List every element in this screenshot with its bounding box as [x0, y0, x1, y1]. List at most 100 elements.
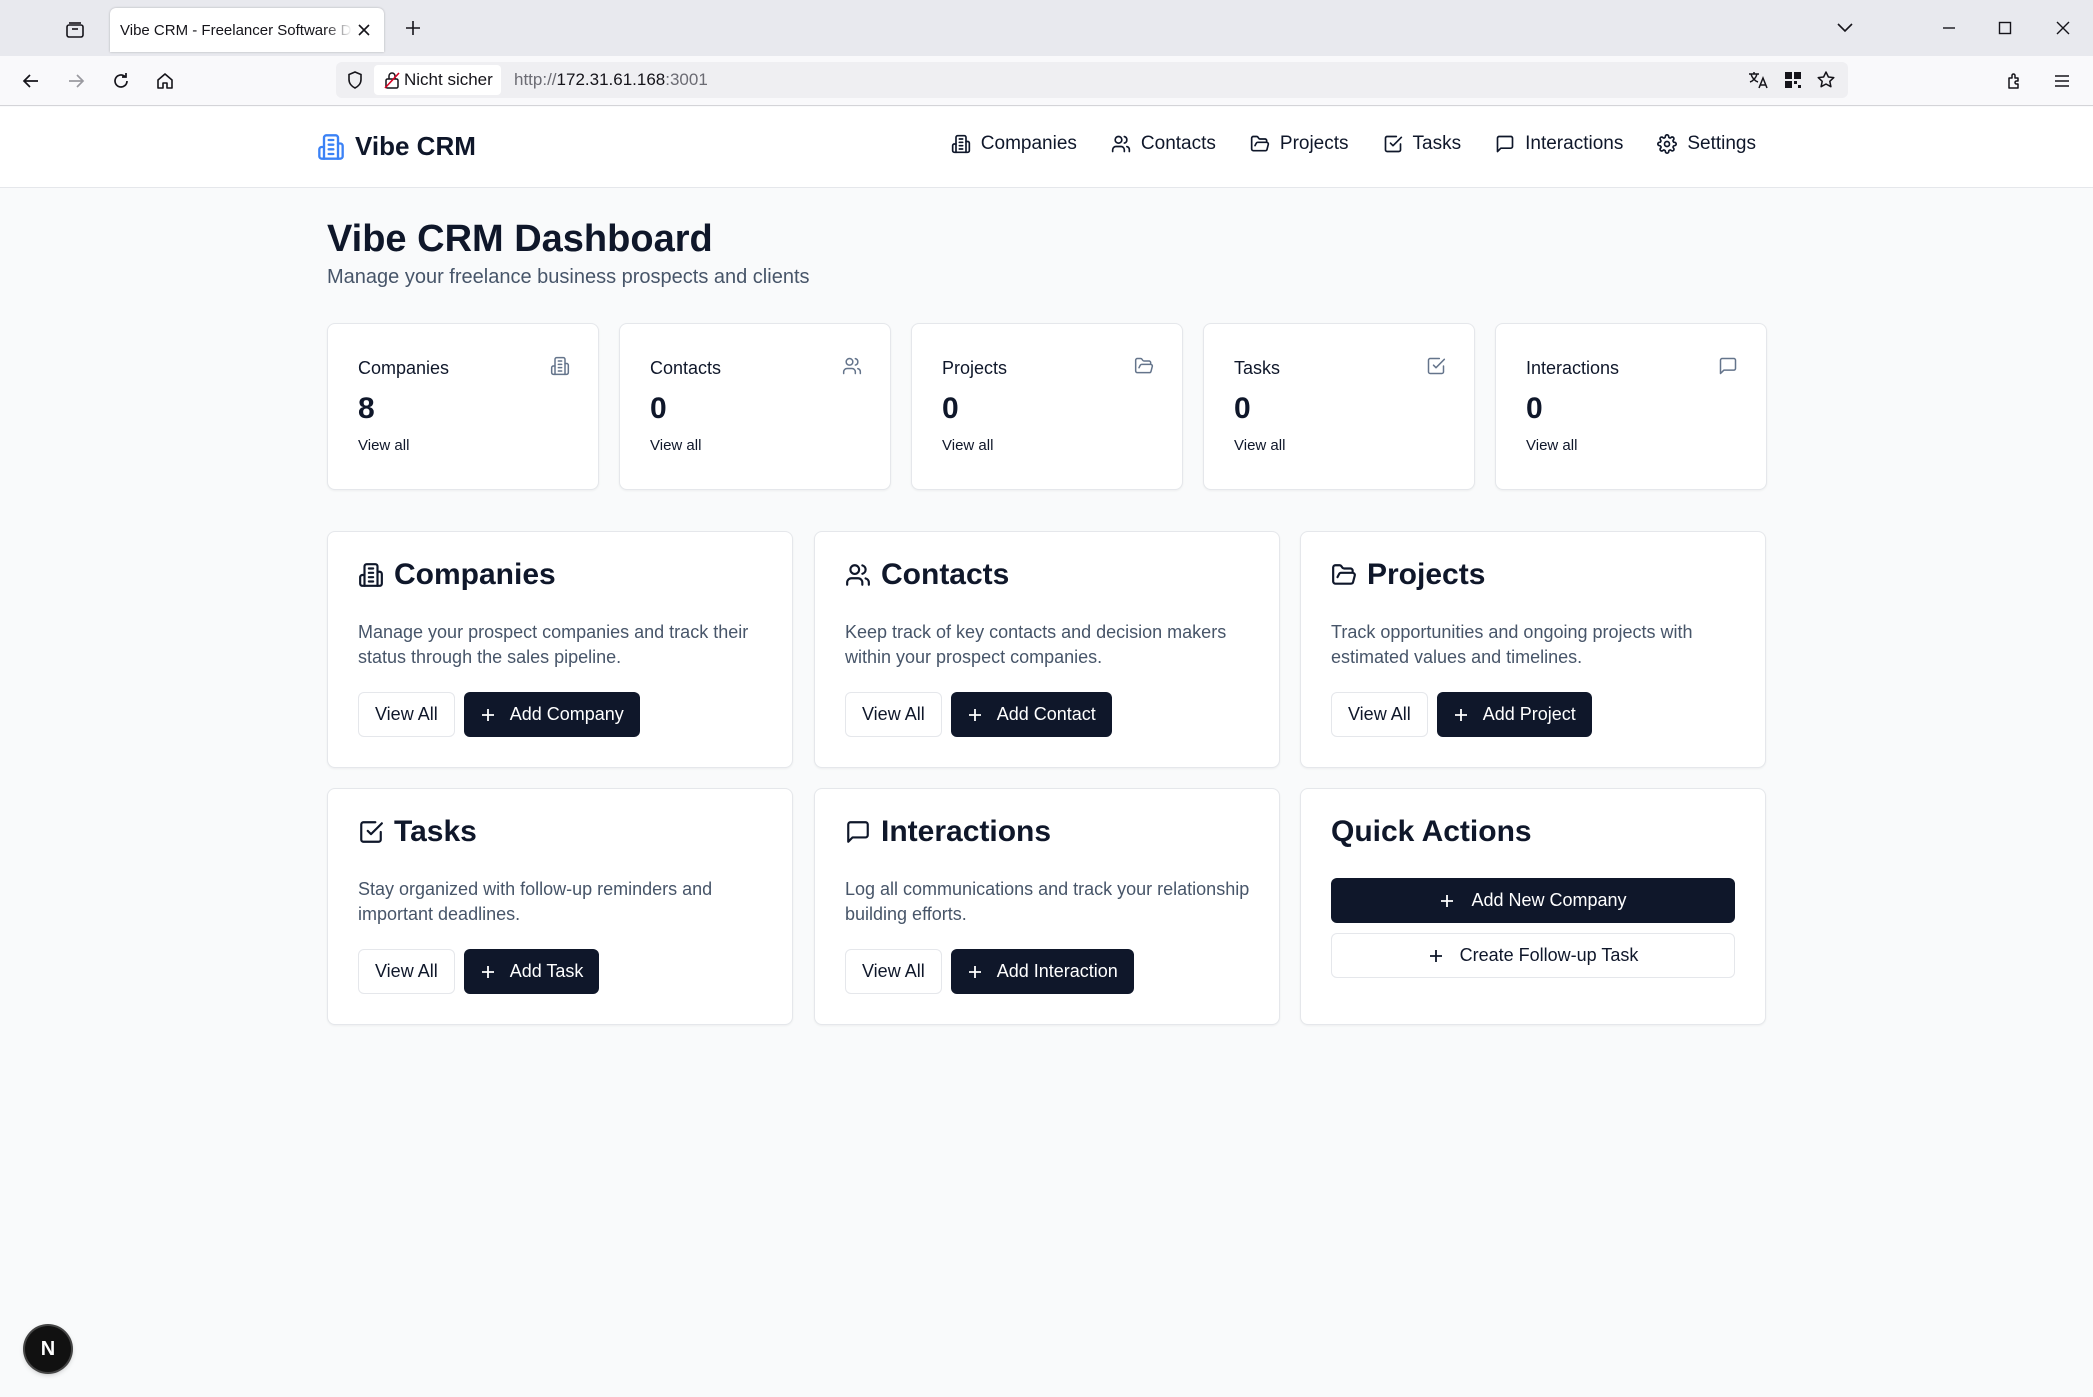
section-card-tasks: Tasks Stay organized with follow-up remi… [327, 788, 793, 1025]
app-menu-button[interactable] [2046, 65, 2078, 97]
button-label: Add Company [509, 704, 624, 724]
url-text[interactable]: http://172.31.61.168:3001 [514, 70, 708, 90]
extensions-button[interactable] [1999, 65, 2031, 97]
section-card-projects: Projects Track opportunities and ongoing… [1300, 531, 1766, 768]
stat-value: 0 [1526, 392, 1543, 425]
arrow-left-icon [22, 74, 38, 88]
tracking-protection-button[interactable] [344, 69, 366, 91]
message-square-icon [1496, 135, 1514, 153]
stat-value: 8 [358, 392, 375, 425]
section-card-interactions: Interactions Log all communications and … [814, 788, 1280, 1025]
button-label: Add Project [1482, 704, 1576, 724]
add-new-company-button[interactable]: Add New Company [1331, 878, 1735, 923]
stat-card-companies: Companies 8 View all [327, 323, 599, 490]
building-icon [951, 134, 970, 154]
stat-label: Companies [358, 358, 450, 378]
translate-button[interactable] [1746, 68, 1770, 92]
window-maximize-button[interactable] [1990, 13, 2020, 43]
stat-label: Interactions [1526, 358, 1620, 378]
stat-view-all-link[interactable]: View all [358, 437, 409, 454]
home-button[interactable] [149, 65, 181, 97]
stat-label: Contacts [650, 358, 722, 378]
nav-label: Settings [1687, 133, 1756, 154]
extension-button[interactable] [1781, 68, 1805, 92]
nav-item-settings[interactable]: Settings [1657, 133, 1756, 155]
add-contact-button[interactable]: Add Contact [950, 692, 1112, 737]
users-icon [842, 357, 862, 375]
plus-icon [481, 708, 494, 721]
building-icon [550, 356, 570, 376]
address-bar[interactable]: Nicht sicher http://172.31.61.168:3001 [336, 62, 1848, 98]
stat-label: Projects [942, 358, 1008, 378]
add-interaction-button[interactable]: Add Interaction [950, 949, 1134, 994]
section-description: Log all communications and track your re… [845, 879, 1250, 924]
plus-icon [968, 708, 981, 721]
nav-item-companies[interactable]: Companies [951, 133, 1077, 155]
stat-label: Tasks [1234, 358, 1281, 378]
create-follow-up-task-button[interactable]: Create Follow-up Task [1331, 933, 1735, 978]
tab-list-button[interactable] [60, 15, 90, 45]
forward-button[interactable] [60, 65, 92, 97]
gear-icon [1657, 134, 1678, 154]
arrow-right-icon [69, 74, 85, 88]
back-button[interactable] [15, 65, 47, 97]
stat-card-contacts: Contacts 0 View all [619, 323, 891, 490]
button-label: Add Task [509, 961, 584, 981]
nav-item-interactions[interactable]: Interactions [1495, 133, 1623, 155]
view-all-projects-button[interactable]: View All [1331, 692, 1428, 737]
stat-value: 0 [650, 392, 667, 425]
page-title: Vibe CRM Dashboard [327, 218, 713, 260]
section-description: Track opportunities and ongoing projects… [1331, 622, 1693, 667]
building-icon [359, 563, 383, 587]
stat-view-all-link[interactable]: View all [650, 437, 701, 454]
shield-icon [348, 71, 362, 89]
section-title: Interactions [881, 815, 1052, 848]
message-square-icon [847, 821, 869, 843]
view-all-companies-button[interactable]: View All [358, 692, 455, 737]
window-close-button[interactable] [2048, 13, 2078, 43]
new-tab-button[interactable] [400, 15, 426, 41]
add-project-button[interactable]: Add Project [1436, 692, 1592, 737]
building-icon [318, 133, 344, 160]
browser-tab-bar: Vibe CRM - Freelancer Software Developer… [0, 0, 2093, 56]
stat-view-all-link[interactable]: View all [1526, 437, 1577, 454]
browser-toolbar: Nicht sicher http://172.31.61.168:3001 [0, 56, 2093, 106]
nav-item-projects[interactable]: Projects [1250, 133, 1349, 155]
list-all-tabs-button[interactable] [1830, 15, 1860, 41]
browser-tab-active[interactable]: Vibe CRM - Freelancer Software Developer… [110, 8, 384, 52]
reload-button[interactable] [105, 65, 137, 97]
section-title: Contacts [881, 558, 1010, 591]
puzzle-icon [2008, 73, 2019, 89]
plus-icon [1441, 894, 1454, 907]
brand-logo-link[interactable]: Vibe CRM [317, 131, 476, 162]
nav-label: Companies [980, 133, 1077, 154]
view-all-interactions-button[interactable]: View All [845, 949, 942, 994]
stat-value: 0 [942, 392, 959, 425]
section-title: Companies [394, 558, 556, 591]
add-company-button[interactable]: Add Company [463, 692, 640, 737]
window-minimize-button[interactable] [1934, 13, 1964, 43]
stat-view-all-link[interactable]: View all [1234, 437, 1285, 454]
nav-label: Contacts [1140, 133, 1216, 154]
stat-view-all-link[interactable]: View all [942, 437, 993, 454]
view-all-tasks-button[interactable]: View All [358, 949, 455, 994]
nextjs-dev-indicator[interactable]: N [25, 1326, 71, 1372]
add-task-button[interactable]: Add Task [463, 949, 600, 994]
plus-icon [481, 965, 494, 978]
tab-title: Vibe CRM - Freelancer Software Developer… [120, 21, 352, 39]
nav-item-contacts[interactable]: Contacts [1111, 133, 1216, 155]
tab-close-button[interactable] [352, 18, 376, 42]
section-card-companies: Companies Manage your prospect companies… [327, 531, 793, 768]
view-all-contacts-button[interactable]: View All [845, 692, 942, 737]
section-title: Projects [1367, 558, 1486, 591]
nav-label: Interactions [1525, 133, 1624, 154]
button-label: Add Contact [996, 704, 1096, 724]
nav-item-tasks[interactable]: Tasks [1383, 133, 1461, 155]
section-description: Keep track of key contacts and decision … [845, 622, 1227, 667]
site-security-indicator[interactable]: Nicht sicher [374, 65, 501, 95]
star-icon [1817, 71, 1835, 88]
bookmark-button[interactable] [1814, 68, 1838, 92]
nav-label: Projects [1279, 133, 1349, 154]
url-scheme: http:// [514, 70, 557, 89]
close-icon [2056, 21, 2070, 35]
